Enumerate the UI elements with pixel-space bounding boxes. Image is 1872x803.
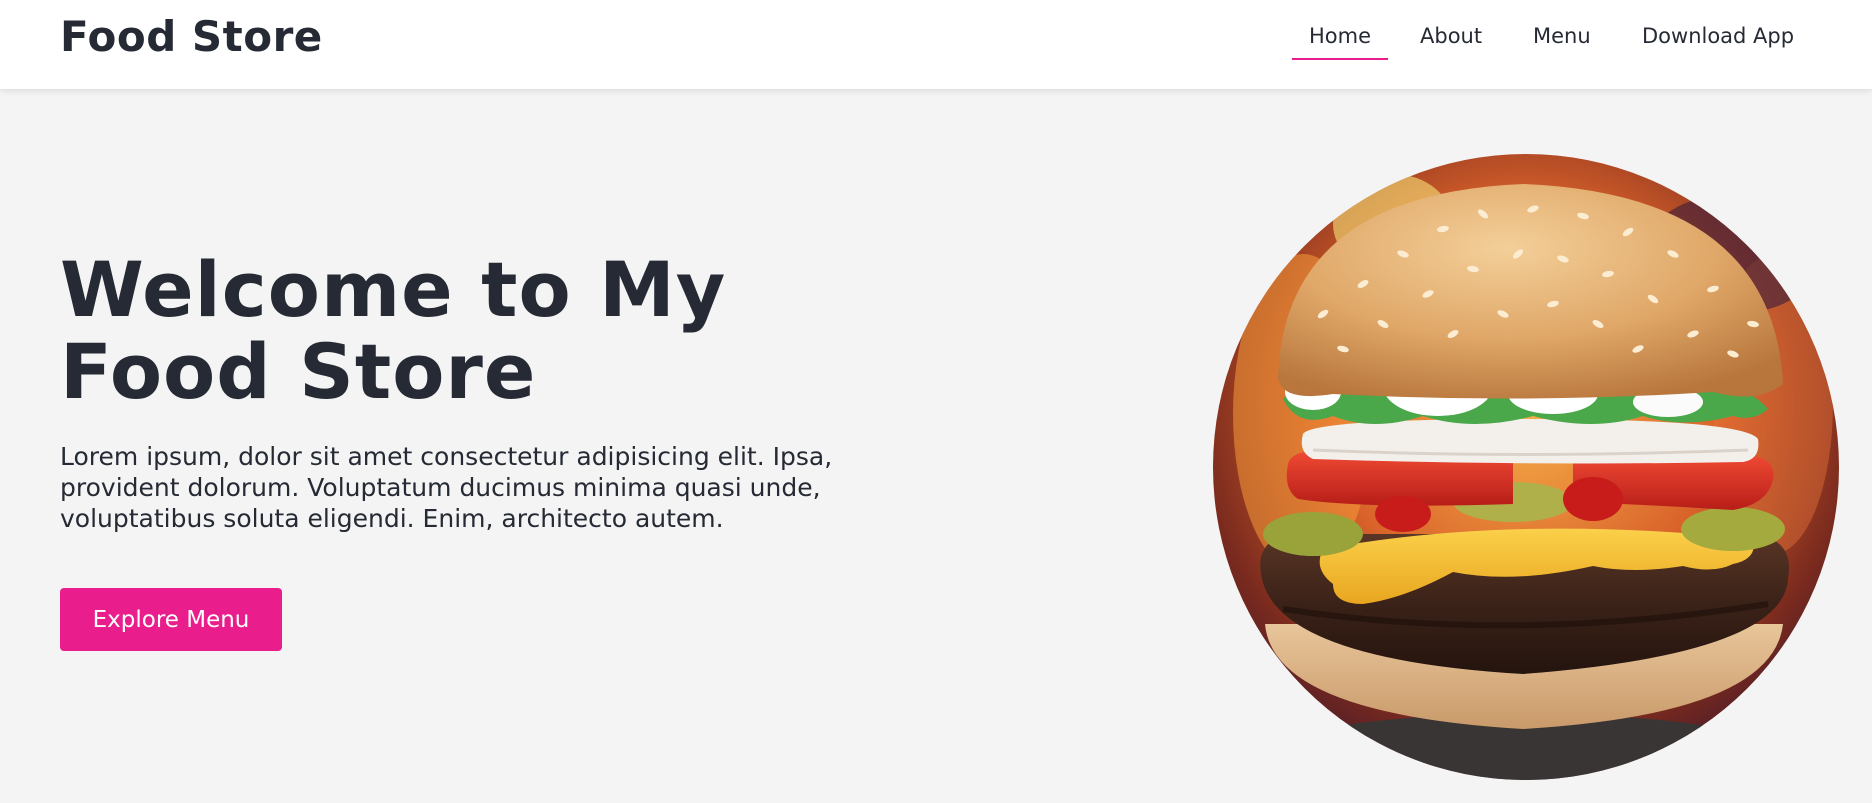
nav-link-download-app[interactable]: Download App	[1642, 24, 1794, 60]
explore-menu-button[interactable]: Explore Menu	[60, 588, 282, 651]
hero-title: Welcome to My Food Store	[60, 245, 727, 416]
nav-link-about[interactable]: About	[1420, 24, 1482, 60]
nav-link-home[interactable]: Home	[1291, 24, 1389, 60]
nav-link-menu[interactable]: Menu	[1533, 24, 1591, 60]
hero-description: Lorem ipsum, dolor sit amet consectetur …	[60, 442, 833, 533]
brand-logo-text[interactable]: Food Store	[60, 12, 323, 61]
hero-section: Welcome to My Food Store Lorem ipsum, do…	[0, 89, 1872, 803]
navbar: Food Store Home About Menu Download App	[0, 0, 1872, 89]
burger-image	[1213, 154, 1839, 780]
